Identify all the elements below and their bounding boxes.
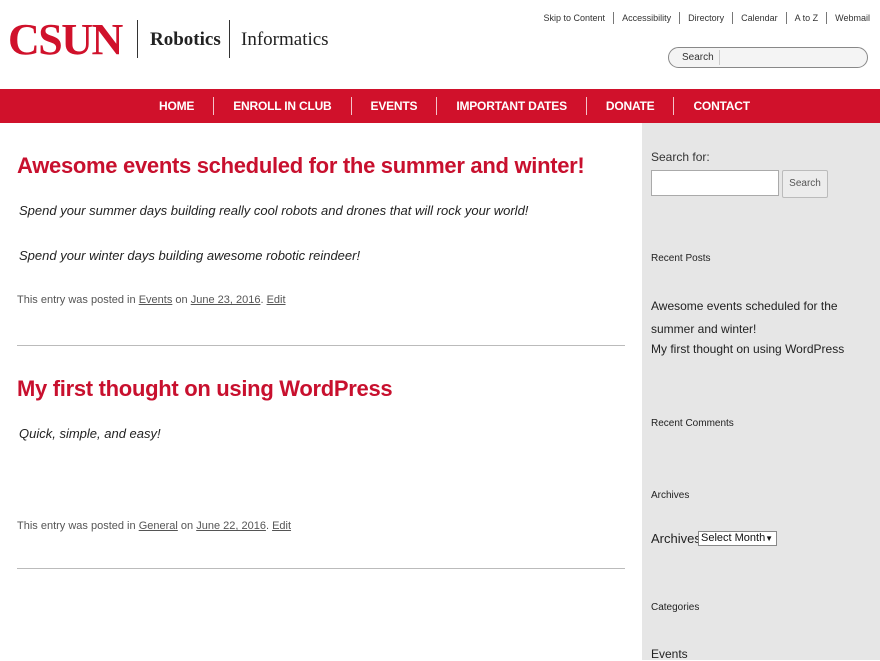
nav-events[interactable]: EVENTS [350, 97, 437, 115]
category-link[interactable]: Events [139, 294, 173, 306]
calendar-link[interactable]: Calendar [732, 12, 786, 24]
post-paragraph: Spend your summer days building really c… [19, 203, 529, 218]
post-entry: Awesome events scheduled for the summer … [17, 123, 625, 346]
archives-label: Archives [651, 531, 701, 546]
dept-informatics[interactable]: Informatics [241, 29, 329, 51]
nav-donate[interactable]: DONATE [585, 97, 674, 115]
archives-select[interactable]: Select Month ▼ [698, 531, 777, 546]
post-meta: This entry was posted in General on June… [17, 520, 292, 532]
nav-enroll-in-club[interactable]: ENROLL IN CLUB [213, 97, 350, 115]
category-link-events[interactable]: Events [651, 647, 688, 661]
post-title[interactable]: My first thought on using WordPress [17, 346, 625, 403]
meta-on: on [175, 294, 188, 306]
recent-comments-heading: Recent Comments [651, 418, 734, 429]
sidebar: Search for: Search Recent Posts Awesome … [642, 123, 880, 661]
main-content: Awesome events scheduled for the summer … [17, 123, 625, 569]
logo-divider [137, 20, 138, 58]
meta-prefix: This entry was posted in [17, 520, 136, 532]
post-entry: My first thought on using WordPress Quic… [17, 346, 625, 569]
recent-post-link[interactable]: My first thought on using WordPress [651, 342, 844, 356]
nav-home[interactable]: HOME [140, 97, 213, 115]
archives-heading: Archives [651, 490, 690, 501]
site-header: CSUN Robotics Informatics Skip to Conten… [0, 0, 880, 88]
sidebar-search-input[interactable] [651, 170, 779, 196]
post-meta: This entry was posted in Events on June … [17, 294, 286, 306]
edit-link[interactable]: Edit [267, 294, 286, 306]
archives-select-value: Select Month [701, 532, 766, 544]
header-search-input[interactable]: Search [668, 47, 868, 68]
webmail-link[interactable]: Webmail [826, 12, 870, 24]
post-body: Spend your summer days building really c… [17, 203, 625, 263]
recent-post-link[interactable]: Awesome events scheduled for the summer … [651, 295, 871, 341]
meta-on: on [180, 520, 194, 532]
header-search-label: Search [682, 52, 714, 63]
category-link[interactable]: General [139, 520, 178, 532]
utility-nav: Skip to Content Accessibility Directory … [536, 12, 870, 24]
date-link[interactable]: June 22, 2016 [196, 520, 266, 532]
edit-link[interactable]: Edit [272, 520, 291, 532]
search-divider [719, 50, 720, 65]
post-paragraph: Spend your winter days building awesome … [19, 248, 361, 263]
post-paragraph: Quick, simple, and easy! [19, 426, 161, 441]
post-title[interactable]: Awesome events scheduled for the summer … [17, 123, 625, 180]
chevron-down-icon: ▼ [765, 534, 773, 543]
nav-important-dates[interactable]: IMPORTANT DATES [436, 97, 586, 115]
nav-contact[interactable]: CONTACT [673, 97, 768, 115]
dept-divider [229, 20, 230, 58]
categories-heading: Categories [651, 602, 700, 613]
csun-logo[interactable]: CSUN [8, 18, 123, 62]
a-to-z-link[interactable]: A to Z [785, 12, 827, 24]
date-link[interactable]: June 23, 2016 [191, 294, 261, 306]
recent-posts-heading: Recent Posts [651, 253, 711, 264]
skip-to-content-link[interactable]: Skip to Content [536, 12, 614, 24]
accessibility-link[interactable]: Accessibility [613, 12, 679, 24]
directory-link[interactable]: Directory [679, 12, 732, 24]
sidebar-search-label: Search for: [651, 150, 710, 164]
dept-robotics[interactable]: Robotics [150, 29, 221, 51]
sidebar-search-button[interactable]: Search [782, 170, 828, 198]
meta-prefix: This entry was posted in [17, 294, 136, 306]
post-body: Quick, simple, and easy! [17, 426, 625, 441]
main-nav: HOME ENROLL IN CLUB EVENTS IMPORTANT DAT… [0, 89, 880, 123]
